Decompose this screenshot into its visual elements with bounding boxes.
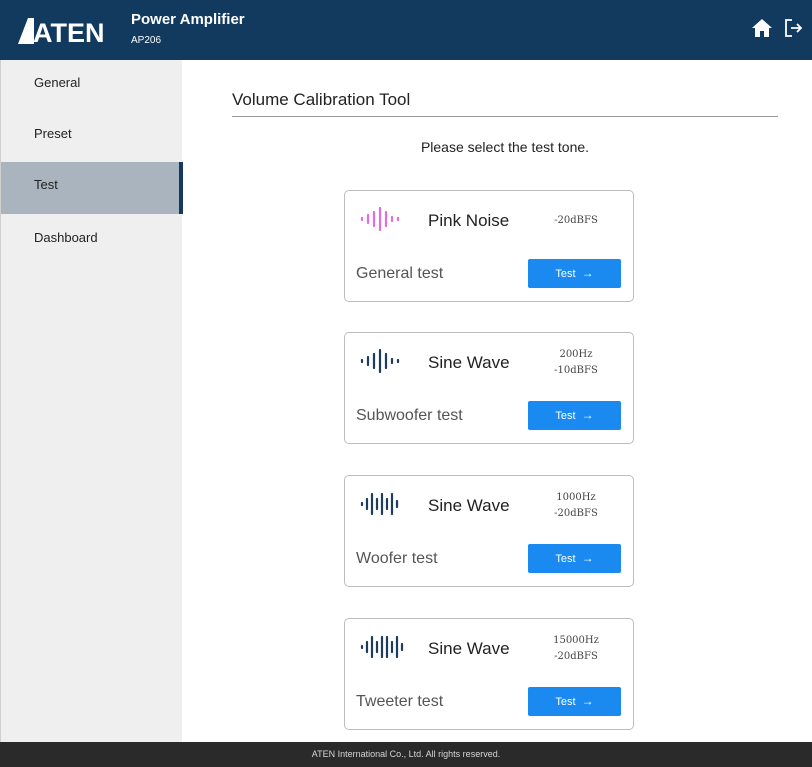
button-label: Test bbox=[555, 696, 576, 708]
page-title: Volume Calibration Tool bbox=[232, 90, 411, 109]
tone-level: -20dBFS bbox=[554, 215, 598, 226]
app-title: Power Amplifier bbox=[131, 11, 245, 28]
tone-frequency: 1000Hz bbox=[556, 492, 596, 503]
copyright-text: ATEN International Co., Ltd. All rights … bbox=[311, 749, 501, 759]
tone-frequency: 200Hz bbox=[559, 349, 593, 360]
tone-spec: 200Hz -10dBFS bbox=[541, 347, 611, 379]
tone-name: Sine Wave bbox=[428, 639, 510, 658]
button-label: Test bbox=[555, 553, 576, 565]
sidebar: General Preset Test Dashboard bbox=[0, 60, 183, 742]
test-label: Subwoofer test bbox=[356, 407, 463, 424]
sidebar-item-label: Preset bbox=[34, 126, 72, 141]
logout-icon[interactable] bbox=[782, 17, 804, 39]
app-header: ATEN Power Amplifier AP206 bbox=[0, 0, 812, 60]
test-label: General test bbox=[356, 265, 444, 282]
woofer-test-button[interactable]: Test → bbox=[528, 544, 621, 573]
test-tone-card-woofer: Sine Wave 1000Hz -20dBFS Woofer test Tes… bbox=[344, 475, 634, 587]
tone-frequency: 15000Hz bbox=[553, 635, 599, 646]
tone-level: -20dBFS bbox=[554, 508, 598, 519]
button-label: Test bbox=[555, 410, 576, 422]
tone-name: Pink Noise bbox=[428, 211, 510, 230]
general-test-button[interactable]: Test → bbox=[528, 259, 621, 288]
tone-level: -20dBFS bbox=[554, 651, 598, 662]
svg-text:ATEN: ATEN bbox=[33, 18, 105, 45]
test-label: Woofer test bbox=[356, 550, 438, 567]
arrow-right-icon: → bbox=[581, 266, 594, 280]
arrow-right-icon: → bbox=[581, 408, 594, 422]
sidebar-item-label: Dashboard bbox=[34, 230, 98, 245]
pink-noise-waveform-icon bbox=[360, 207, 400, 231]
tone-name: Sine Wave bbox=[428, 496, 510, 515]
title-divider bbox=[232, 116, 778, 117]
tweeter-test-button[interactable]: Test → bbox=[528, 687, 621, 716]
sidebar-item-label: General bbox=[34, 75, 81, 90]
test-tone-card-general: Pink Noise -20dBFS General test Test → bbox=[344, 190, 634, 302]
tone-name: Sine Wave bbox=[428, 353, 510, 372]
test-label: Tweeter test bbox=[356, 693, 444, 710]
app-model: AP206 bbox=[131, 35, 162, 46]
aten-logo: ATEN bbox=[18, 18, 105, 45]
tone-spec: 15000Hz -20dBFS bbox=[541, 633, 611, 665]
tone-level: -10dBFS bbox=[554, 365, 598, 376]
sidebar-item-general[interactable]: General bbox=[1, 60, 183, 112]
arrow-right-icon: → bbox=[581, 551, 594, 565]
test-tone-card-subwoofer: Sine Wave 200Hz -10dBFS Subwoofer test T… bbox=[344, 332, 634, 444]
instruction-text: Please select the test tone. bbox=[420, 139, 590, 155]
arrow-right-icon: → bbox=[581, 694, 594, 708]
tone-spec: -20dBFS bbox=[541, 213, 611, 229]
tone-spec: 1000Hz -20dBFS bbox=[541, 490, 611, 522]
subwoofer-test-button[interactable]: Test → bbox=[528, 401, 621, 430]
footer: ATEN International Co., Ltd. All rights … bbox=[0, 742, 812, 767]
sidebar-item-label: Test bbox=[34, 177, 58, 192]
sidebar-item-preset[interactable]: Preset bbox=[1, 111, 183, 163]
home-icon[interactable] bbox=[751, 17, 773, 39]
sidebar-item-test[interactable]: Test bbox=[1, 162, 183, 214]
sine-wave-waveform-icon bbox=[360, 635, 404, 659]
button-label: Test bbox=[555, 268, 576, 280]
sine-wave-waveform-icon bbox=[360, 492, 399, 516]
sine-wave-waveform-icon bbox=[360, 349, 400, 373]
test-tone-card-tweeter: Sine Wave 15000Hz -20dBFS Tweeter test T… bbox=[344, 618, 634, 730]
sidebar-item-dashboard[interactable]: Dashboard bbox=[1, 215, 183, 267]
